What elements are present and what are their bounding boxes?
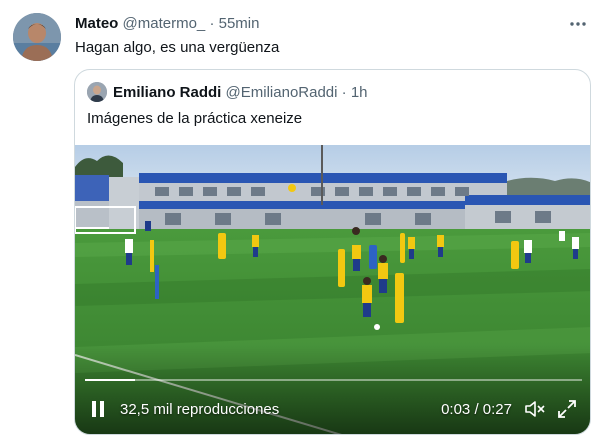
quoted-tweet[interactable]: Emiliano Raddi @EmilianoRaddi · 1h Imáge… [74, 69, 591, 435]
video-time: 0:03 / 0:27 [441, 401, 512, 418]
quoted-separator-dot: · [341, 84, 347, 101]
view-count: 32,5 mil reproducciones [120, 401, 280, 418]
time-current: 0:03 [441, 401, 471, 418]
quoted-author-avatar[interactable] [87, 82, 107, 102]
video-controls: 32,5 mil reproducciones 0:03 / 0:27 [75, 381, 590, 434]
quoted-tweet-text: Imágenes de la práctica xeneize [87, 110, 303, 127]
author-avatar[interactable] [13, 13, 61, 61]
tweet: Mateo @matermo_ · 55min Hagan algo, es u… [0, 0, 600, 438]
tweet-time[interactable]: 55min [219, 15, 260, 32]
video-player[interactable]: 32,5 mil reproducciones 0:03 / 0:27 [75, 145, 590, 434]
separator-dot: · [209, 15, 215, 32]
more-options-icon[interactable] [568, 14, 588, 34]
author-handle[interactable]: @matermo_ [123, 15, 206, 32]
tweet-text: Hagan algo, es una vergüenza [75, 39, 280, 56]
time-separator: / [474, 401, 479, 418]
quoted-author-handle[interactable]: @EmilianoRaddi [226, 84, 338, 101]
quoted-author-name[interactable]: Emiliano Raddi [113, 84, 221, 101]
tweet-header: Mateo @matermo_ · 55min [75, 15, 259, 32]
author-name[interactable]: Mateo [75, 15, 118, 32]
time-total: 0:27 [482, 401, 512, 418]
mute-icon[interactable] [524, 399, 546, 419]
pause-icon[interactable] [89, 399, 107, 419]
quoted-tweet-header: Emiliano Raddi @EmilianoRaddi · 1h [113, 84, 368, 101]
quoted-tweet-time[interactable]: 1h [351, 84, 368, 101]
fullscreen-icon[interactable] [556, 398, 578, 420]
